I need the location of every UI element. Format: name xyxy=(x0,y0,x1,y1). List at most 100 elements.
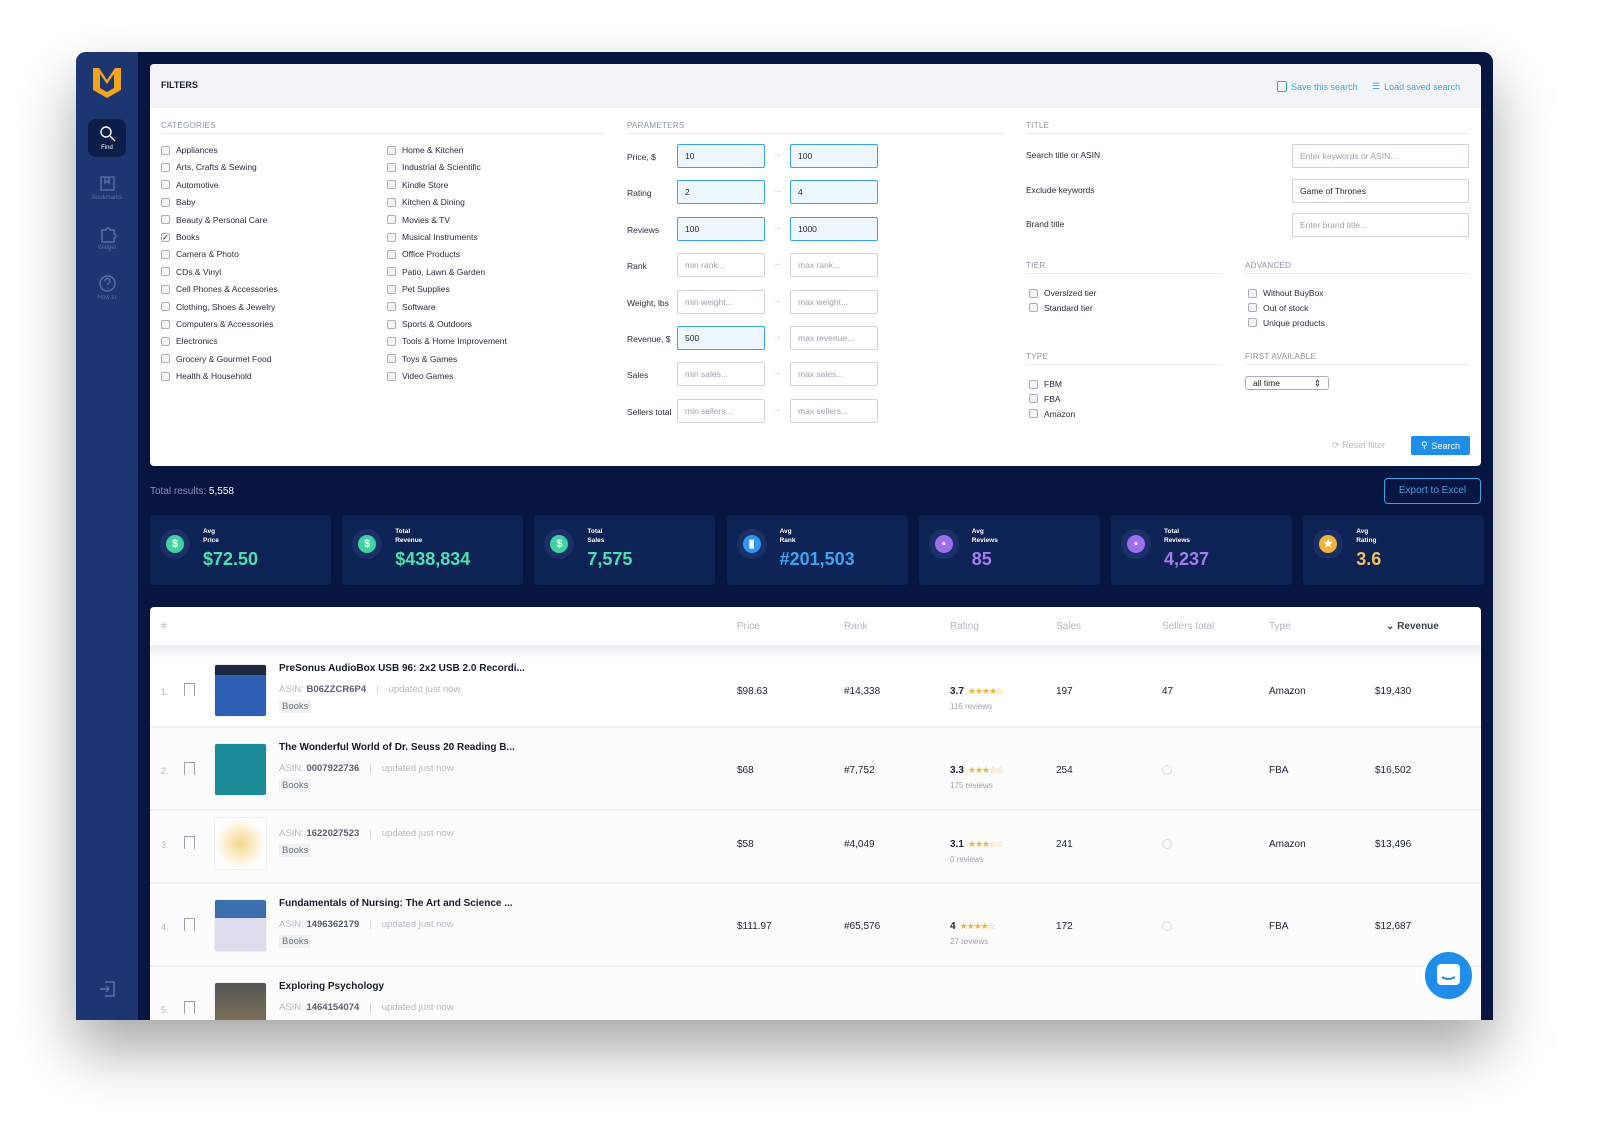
product-image[interactable] xyxy=(214,663,267,717)
category-checkbox[interactable]: Automotive xyxy=(161,180,219,190)
checkbox[interactable] xyxy=(161,215,170,225)
product-image[interactable] xyxy=(214,742,267,796)
first-available-select[interactable]: all time ⇕ xyxy=(1245,376,1329,390)
category-checkbox[interactable]: Toys & Games xyxy=(387,354,457,364)
load-search-link[interactable]: ☰ Load saved search xyxy=(1372,81,1460,92)
search-button[interactable]: ⚲ Search xyxy=(1411,436,1470,455)
checkbox[interactable] xyxy=(161,249,170,259)
product-title[interactable]: Exploring Psychology xyxy=(279,981,384,992)
checkbox[interactable] xyxy=(1248,288,1257,298)
category-checkbox[interactable]: Cell Phones & Accessories xyxy=(161,284,278,294)
category-checkbox[interactable]: Camera & Photo xyxy=(161,249,239,259)
checkbox[interactable] xyxy=(161,162,170,172)
category-checkbox[interactable]: Kitchen & Dining xyxy=(387,197,465,207)
rank-max-input[interactable]: max rank... xyxy=(790,253,878,278)
sidebar-item-find[interactable]: Find xyxy=(88,119,126,157)
info-icon[interactable] xyxy=(1162,764,1172,775)
category-checkbox[interactable]: Baby xyxy=(161,197,195,207)
info-icon[interactable] xyxy=(1162,920,1172,931)
column-header-sales[interactable]: Sales xyxy=(1056,621,1081,632)
checkbox[interactable] xyxy=(387,162,396,172)
checkbox[interactable] xyxy=(161,336,170,346)
rating-min-input[interactable]: 2 xyxy=(677,180,765,205)
reviews-max-input[interactable]: 1000 xyxy=(790,216,878,241)
checkbox[interactable] xyxy=(1029,288,1038,298)
sellers-total-max-input[interactable]: max sellers... xyxy=(790,398,878,423)
search-title-or-asin-input[interactable]: Enter keywords or ASIN... xyxy=(1292,144,1469,168)
type-checkbox[interactable]: FBA xyxy=(1029,394,1061,404)
sidebar-item-how-to[interactable]: How to xyxy=(88,269,126,307)
category-checkbox[interactable]: Computers & Accessories xyxy=(161,319,273,329)
advanced-checkbox[interactable]: Out of stock xyxy=(1248,303,1308,313)
category-checkbox[interactable]: Patio, Lawn & Garden xyxy=(387,267,485,277)
bookmark-add-icon[interactable] xyxy=(184,682,195,696)
product-title[interactable]: PreSonus AudioBox USB 96: 2x2 USB 2.0 Re… xyxy=(279,663,525,674)
price-max-input[interactable]: 100 xyxy=(790,144,878,168)
product-image[interactable] xyxy=(214,898,267,952)
checkbox[interactable] xyxy=(1248,303,1257,313)
reset-filter-button[interactable]: ⟳ Reset filter xyxy=(1332,440,1385,451)
column-header-rating[interactable]: Rating xyxy=(950,621,979,632)
checkbox[interactable] xyxy=(161,371,170,381)
checkbox[interactable] xyxy=(1029,394,1038,404)
category-checkbox[interactable]: Tools & Home Improvement xyxy=(387,336,507,346)
bookmark-add-icon[interactable] xyxy=(184,1000,195,1014)
price-min-input[interactable]: 10 xyxy=(677,144,765,168)
checkbox[interactable] xyxy=(387,284,396,294)
type-checkbox[interactable]: Amazon xyxy=(1029,409,1075,419)
category-checkbox[interactable]: Appliances xyxy=(161,145,218,155)
brand-title-input[interactable]: Enter brand title... xyxy=(1292,213,1469,237)
chat-button[interactable] xyxy=(1422,949,1475,1002)
save-search-link[interactable]: Save this search xyxy=(1277,81,1358,92)
checkbox[interactable] xyxy=(387,197,396,207)
rank-min-input[interactable]: min rank... xyxy=(677,253,765,278)
checkbox[interactable] xyxy=(387,215,396,225)
category-checkbox[interactable]: ✓ Books xyxy=(161,232,200,242)
category-checkbox[interactable]: Electronics xyxy=(161,336,218,346)
product-image[interactable] xyxy=(214,981,267,1020)
category-checkbox[interactable]: Video Games xyxy=(387,371,453,381)
tier-checkbox[interactable]: Oversized tier xyxy=(1029,288,1096,298)
checkbox[interactable] xyxy=(387,232,396,242)
checkbox[interactable] xyxy=(161,319,170,329)
checkbox[interactable] xyxy=(387,145,396,155)
info-icon[interactable] xyxy=(1162,838,1172,849)
checkbox[interactable] xyxy=(387,336,396,346)
checkbox[interactable] xyxy=(161,267,170,277)
bookmark-add-icon[interactable] xyxy=(184,917,195,931)
revenue-max-input[interactable]: max revenue... xyxy=(790,326,878,350)
bookmark-add-icon[interactable] xyxy=(184,761,195,775)
reviews-min-input[interactable]: 100 xyxy=(677,216,765,241)
checkbox[interactable] xyxy=(1248,318,1257,328)
category-checkbox[interactable]: CDs & Vinyl xyxy=(161,267,221,277)
column-header-rank[interactable]: Rank xyxy=(844,621,867,632)
table-row[interactable]: 2. The Wonderful World of Dr. Seuss 20 Re… xyxy=(150,728,1481,811)
checkbox[interactable] xyxy=(1029,303,1038,313)
category-checkbox[interactable]: Industrial & Scientific xyxy=(387,162,481,172)
sales-max-input[interactable]: max sales... xyxy=(790,362,878,387)
checkbox[interactable] xyxy=(161,302,170,312)
sidebar-item-bookmarks[interactable]: Bookmarks xyxy=(88,169,126,207)
category-checkbox[interactable]: Health & Household xyxy=(161,371,252,381)
product-title[interactable]: The Wonderful World of Dr. Seuss 20 Read… xyxy=(279,742,515,753)
type-checkbox[interactable]: FBM xyxy=(1029,379,1062,389)
checkbox[interactable] xyxy=(387,180,396,190)
category-checkbox[interactable]: Software xyxy=(387,302,436,312)
sales-min-input[interactable]: min sales... xyxy=(677,362,765,387)
table-row[interactable]: 3. ASIN: 1622027523 | updated just now Books… xyxy=(150,811,1481,884)
checkbox[interactable] xyxy=(161,354,170,364)
checkbox[interactable] xyxy=(387,249,396,259)
column-header-price[interactable]: Price xyxy=(737,621,760,632)
export-excel-button[interactable]: Export to Excel xyxy=(1384,478,1481,504)
checkbox[interactable] xyxy=(387,371,396,381)
column-header-type[interactable]: Type xyxy=(1269,621,1291,632)
checkbox[interactable] xyxy=(387,267,396,277)
advanced-checkbox[interactable]: Without BuyBox xyxy=(1248,288,1323,298)
weight-min-input[interactable]: min weight... xyxy=(677,289,765,314)
category-checkbox[interactable]: Home & Kitchen xyxy=(387,145,463,155)
category-checkbox[interactable]: Clothing, Shoes & Jewelry xyxy=(161,302,275,312)
checkbox[interactable]: ✓ xyxy=(161,232,170,242)
category-checkbox[interactable]: Pet Supplies xyxy=(387,284,450,294)
advanced-checkbox[interactable]: Unique products xyxy=(1248,318,1325,328)
product-title[interactable]: Fundamentals of Nursing: The Art and Sci… xyxy=(279,898,513,909)
